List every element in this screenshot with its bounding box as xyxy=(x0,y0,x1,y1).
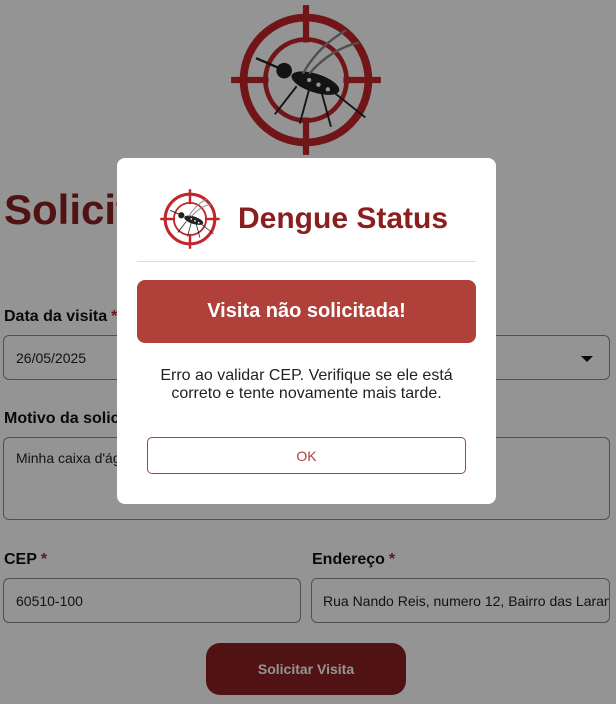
error-banner: Visita não solicitada! xyxy=(137,280,476,343)
dialog-divider xyxy=(137,261,476,262)
mosquito-crosshair-logo-icon xyxy=(159,188,221,250)
ok-button[interactable]: OK xyxy=(147,437,466,474)
error-message: Erro ao validar CEP. Verifique se ele es… xyxy=(160,367,453,402)
dialog-brand-title: Dengue Status xyxy=(238,202,449,235)
error-dialog: Dengue Status Visita não solicitada! Err… xyxy=(117,158,496,504)
